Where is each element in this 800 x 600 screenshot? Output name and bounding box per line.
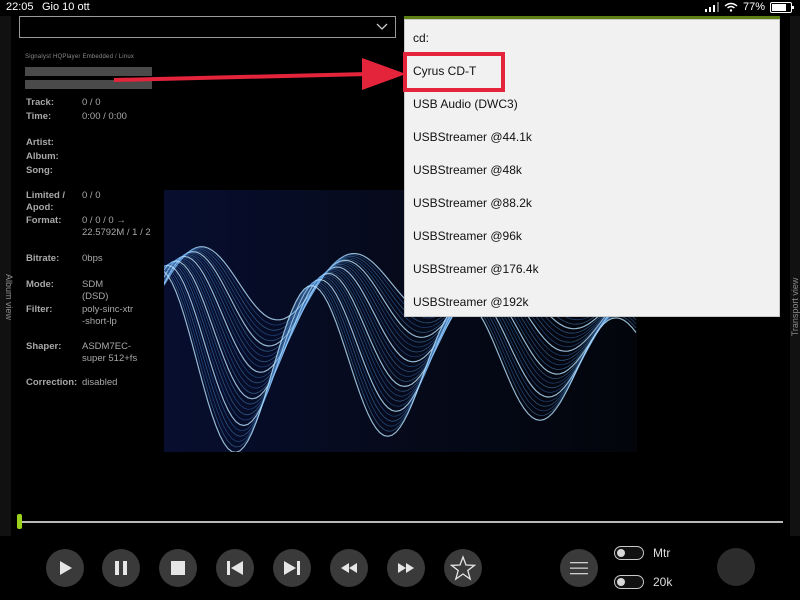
dropdown-item-usbstreamer-96k[interactable]: USBStreamer @96k — [405, 220, 779, 253]
mode-label: Mode: — [26, 279, 54, 290]
dropdown-item-usbstreamer-48k[interactable]: USBStreamer @48k — [405, 154, 779, 187]
bitrate-value: 0bps — [82, 253, 103, 264]
shaper-value: ASDM7EC-super 512+fs — [82, 341, 138, 364]
transport-view-label[interactable]: Transport view — [790, 270, 800, 344]
album-label: Album: — [26, 151, 59, 162]
toggle-knob — [617, 577, 625, 586]
time-label: Time: — [26, 111, 52, 122]
fast-forward-icon — [398, 563, 414, 573]
filter-value: poly-sinc-xtr-short-lp — [82, 304, 134, 327]
shaper-label: Shaper: — [26, 341, 62, 352]
mode-value: SDM (DSD) — [82, 279, 109, 302]
progress-track[interactable] — [17, 521, 783, 523]
status-date: Gio 10 ott — [42, 1, 90, 13]
correction-label: Correction: — [26, 377, 78, 388]
format-label: Format: — [26, 215, 62, 226]
chevron-down-icon — [376, 23, 388, 30]
highlight-annotation-box — [403, 52, 505, 92]
device-select[interactable] — [19, 16, 396, 38]
playlist-menu-button[interactable] — [560, 549, 598, 587]
20k-toggle[interactable] — [614, 575, 644, 589]
battery-icon — [770, 1, 794, 13]
previous-icon — [227, 561, 243, 575]
extra-round-button[interactable] — [717, 548, 755, 586]
next-button[interactable] — [273, 549, 311, 587]
wifi-icon — [724, 2, 738, 12]
song-label: Song: — [26, 165, 53, 176]
bitrate-label: Bitrate: — [26, 253, 60, 264]
status-indicators: 77% — [704, 1, 794, 13]
status-bar: 22:05 Gio 10 ott 77% — [0, 0, 800, 16]
pause-button[interactable] — [102, 549, 140, 587]
20k-toggle-label: 20k — [653, 575, 673, 589]
dropdown-item-usbstreamer-176k[interactable]: USBStreamer @176.4k — [405, 253, 779, 286]
track-value: 0 / 0 — [82, 97, 101, 108]
dropdown-item-usbstreamer-88k[interactable]: USBStreamer @88.2k — [405, 187, 779, 220]
battery-percent: 77% — [742, 1, 765, 13]
meter-toggle[interactable] — [614, 546, 644, 560]
status-time: 22:05 — [6, 1, 34, 13]
play-button[interactable] — [46, 549, 84, 587]
progress-knob[interactable] — [17, 514, 22, 529]
star-icon — [450, 555, 476, 581]
previous-button[interactable] — [216, 549, 254, 587]
stop-button[interactable] — [159, 549, 197, 587]
stop-icon — [171, 561, 185, 575]
limited-apod-label: Limited / Apod: — [26, 190, 66, 213]
menu-icon — [570, 562, 588, 575]
rewind-icon — [341, 563, 357, 573]
format-value: 0 / 0 / 0 → 22.5792M / 1 / 2 — [82, 215, 151, 238]
limited-apod-value: 0 / 0 — [82, 190, 101, 201]
dropdown-item-usbstreamer-192k[interactable]: USBStreamer @192k — [405, 286, 779, 319]
dropdown-item-usbstreamer-44k[interactable]: USBStreamer @44.1k — [405, 121, 779, 154]
filter-label: Filter: — [26, 304, 53, 315]
correction-value: disabled — [82, 377, 118, 388]
fast-forward-button[interactable] — [387, 549, 425, 587]
signal-icon — [704, 2, 719, 12]
track-label: Track: — [26, 97, 54, 108]
time-value: 0:00 / 0:00 — [82, 111, 127, 122]
favorite-button[interactable] — [444, 549, 482, 587]
pause-icon — [115, 561, 127, 575]
dropdown-item-usb-audio[interactable]: USB Audio (DWC3) — [405, 88, 779, 121]
play-icon — [60, 561, 72, 575]
rewind-button[interactable] — [330, 549, 368, 587]
next-icon — [284, 561, 300, 575]
meter-toggle-label: Mtr — [653, 546, 671, 560]
dropdown-item-cd[interactable]: cd: — [405, 22, 779, 55]
artist-label: Artist: — [26, 137, 54, 148]
album-view-label[interactable]: Album view — [4, 262, 14, 332]
toggle-knob — [617, 548, 625, 557]
red-arrow-annotation — [113, 58, 406, 90]
